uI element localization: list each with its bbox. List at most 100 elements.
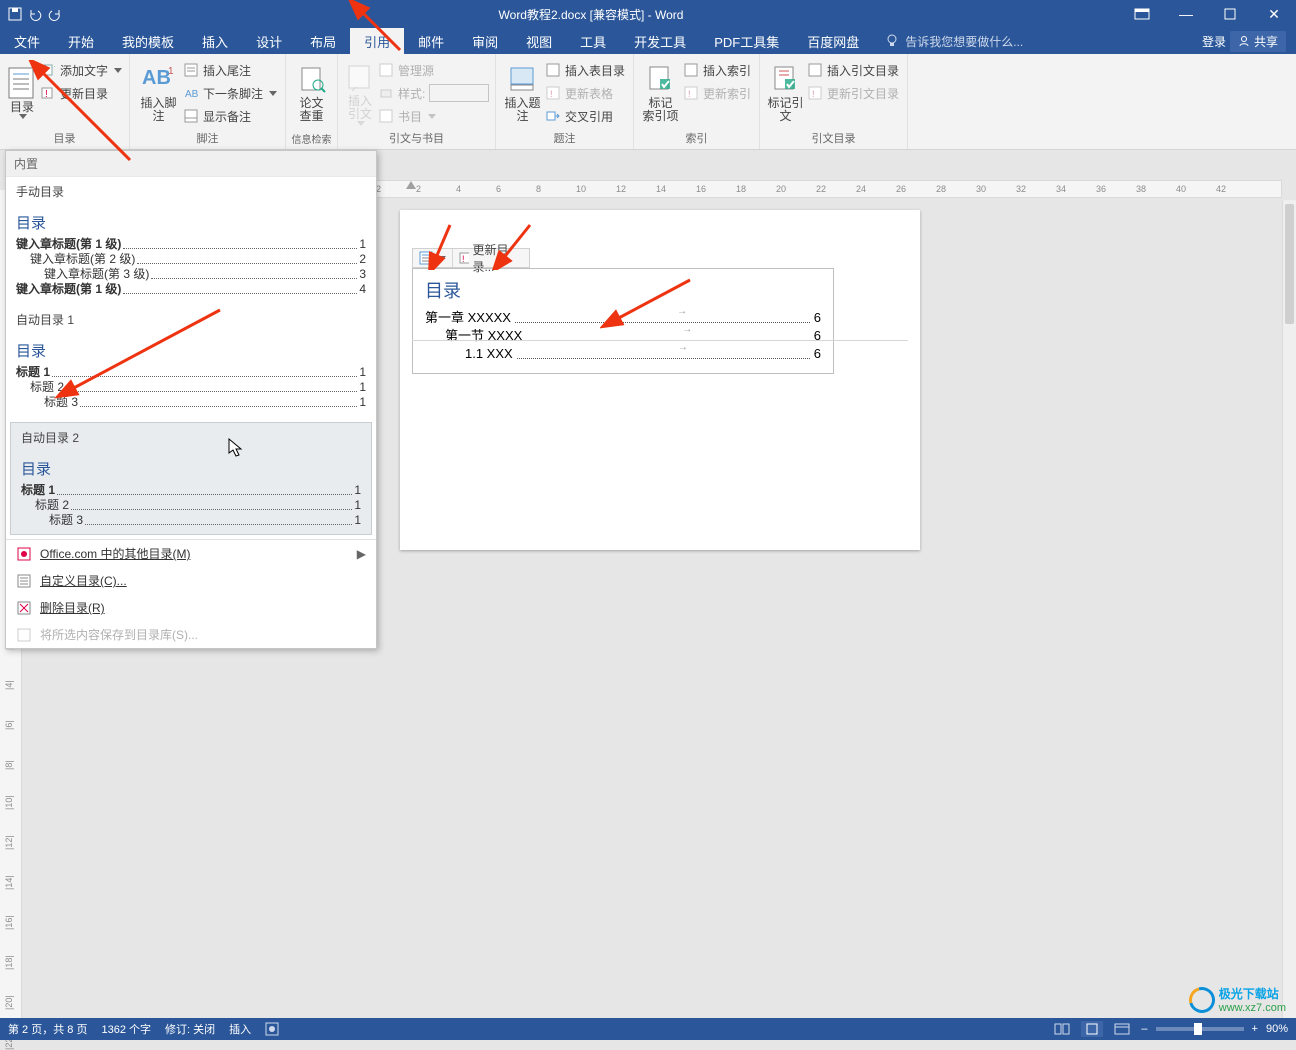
style-select[interactable] [429, 84, 489, 102]
tab-百度网盘[interactable]: 百度网盘 [793, 28, 873, 54]
zoom-slider[interactable] [1156, 1027, 1244, 1031]
add-text-button[interactable]: + 添加文字 [38, 60, 124, 80]
mark-entry-button[interactable]: 标记 索引项 [640, 58, 681, 128]
update-table-button[interactable]: ! 更新表格 [543, 83, 627, 103]
maximize-button[interactable] [1208, 0, 1252, 28]
status-insert[interactable]: 插入 [229, 1021, 251, 1037]
view-web-button[interactable] [1111, 1021, 1133, 1037]
vruler-tick: |18| [4, 955, 14, 970]
zoom-out-button[interactable]: – [1141, 1023, 1147, 1035]
toc-option-manual[interactable]: 手动目录 目录 键入章标题(第 1 级)1键入章标题(第 2 级)2键入章标题(… [6, 177, 376, 305]
tab-邮件[interactable]: 邮件 [404, 28, 458, 54]
mark-citation-button[interactable]: 标记引文 [766, 58, 805, 128]
minimize-button[interactable]: — [1164, 0, 1208, 28]
tab-工具[interactable]: 工具 [566, 28, 620, 54]
tab-插入[interactable]: 插入 [188, 28, 242, 54]
tell-me-box[interactable]: 告诉我您想要做什么... [873, 28, 1202, 54]
group-label-footnote: 脚注 [130, 128, 285, 149]
insert-caption-button[interactable]: 插入题注 [502, 58, 543, 128]
chevron-down-icon [19, 114, 27, 119]
footnote-icon: AB1 [142, 63, 174, 95]
manage-sources-button[interactable]: 管理源 [376, 60, 491, 80]
share-icon [1238, 35, 1250, 47]
tab-引用[interactable]: 引用 [350, 28, 404, 54]
next-footnote-button[interactable]: AB 下一条脚注 [181, 83, 279, 103]
status-track[interactable]: 修订: 关闭 [165, 1021, 215, 1037]
toc-option-auto1[interactable]: 自动目录 1 目录 标题 11标题 21标题 31 [6, 305, 376, 418]
custom-toc-icon [16, 573, 32, 589]
scrollbar-thumb[interactable] [1285, 204, 1294, 324]
update-index-button[interactable]: ! 更新索引 [681, 83, 753, 103]
ribbon-options-icon[interactable] [1120, 0, 1164, 28]
tab-PDF工具集[interactable]: PDF工具集 [700, 28, 793, 54]
login-link[interactable]: 登录 [1202, 33, 1226, 50]
toc-preview-line: 标题 11 [16, 365, 366, 380]
more-office-toc[interactable]: Office.com 中的其他目录(M) ▶ [6, 540, 376, 567]
indent-marker-icon[interactable] [406, 181, 416, 189]
ruler-tick: 6 [496, 184, 501, 194]
vruler-tick: |4| [4, 680, 14, 690]
close-button[interactable]: ✕ [1252, 0, 1296, 28]
tab-文件[interactable]: 文件 [0, 28, 54, 54]
style-dropdown[interactable]: 样式: [376, 83, 491, 103]
save-icon[interactable] [8, 7, 22, 21]
toc-button[interactable]: 目录 [6, 58, 38, 128]
status-page[interactable]: 第 2 页，共 8 页 [8, 1021, 87, 1037]
vertical-scrollbar[interactable] [1282, 200, 1296, 1018]
tab-开始[interactable]: 开始 [54, 28, 108, 54]
tab-布局[interactable]: 布局 [296, 28, 350, 54]
ruler-tick: 38 [1136, 184, 1146, 194]
menu-bar: 文件开始我的模板插入设计布局引用邮件审阅视图工具开发工具PDF工具集百度网盘 告… [0, 28, 1296, 54]
view-print-button[interactable] [1081, 1021, 1103, 1037]
watermark: 极光下载站 www.xz7.com [1189, 985, 1286, 1014]
status-words[interactable]: 1362 个字 [101, 1021, 151, 1037]
bibliography-button[interactable]: 书目 [376, 106, 491, 126]
update-auth-toc-button[interactable]: ! 更新引文目录 [805, 83, 901, 103]
doc-toc-row[interactable]: 第一节 XXXX→6 [425, 327, 821, 345]
update-toc-button[interactable]: ! 更新目录 [38, 83, 124, 103]
vruler-tick: |6| [4, 720, 14, 730]
status-bar: 第 2 页，共 8 页 1362 个字 修订: 关闭 插入 – + 90% [0, 1018, 1296, 1040]
insert-auth-toc-button[interactable]: 插入引文目录 [805, 60, 901, 80]
watermark-url: www.xz7.com [1219, 1002, 1286, 1014]
insert-fig-toc-button[interactable]: 插入表目录 [543, 60, 627, 80]
zoom-level[interactable]: 90% [1266, 1023, 1288, 1035]
horizontal-ruler[interactable]: 224681012141618202224262830323436384042 [375, 180, 1282, 198]
custom-toc[interactable]: 自定义目录(C)... [6, 567, 376, 594]
tab-审阅[interactable]: 审阅 [458, 28, 512, 54]
zoom-in-button[interactable]: + [1252, 1023, 1258, 1035]
zoom-handle[interactable] [1194, 1023, 1202, 1035]
ruler-tick: 34 [1056, 184, 1066, 194]
toc-content-box[interactable]: 目录 第一章 XXXXX→6第一节 XXXX→61.1 XXX→6 [412, 268, 834, 374]
share-button[interactable]: 共享 [1230, 31, 1286, 52]
cross-ref-button[interactable]: 交叉引用 [543, 106, 627, 126]
ruler-tick: 12 [616, 184, 626, 194]
tab-开发工具[interactable]: 开发工具 [620, 28, 700, 54]
macro-record-icon[interactable] [265, 1022, 279, 1036]
redo-icon[interactable] [48, 7, 62, 21]
toc-update-button[interactable]: ! 更新目录... [453, 249, 529, 267]
svg-text:!: ! [462, 254, 465, 264]
toc-button-label: 目录 [10, 101, 34, 114]
toc-layout-button[interactable] [413, 249, 453, 267]
smart-lookup-button[interactable]: 论文 查重 [292, 58, 331, 128]
group-label-citation: 引文与书目 [338, 128, 495, 149]
view-read-button[interactable] [1051, 1021, 1073, 1037]
tab-视图[interactable]: 视图 [512, 28, 566, 54]
remove-toc[interactable]: 删除目录(R) [6, 594, 376, 621]
show-notes-button[interactable]: 显示备注 [181, 106, 279, 126]
window-title: Word教程2.docx [兼容模式] - Word [62, 6, 1120, 23]
ruler-tick: 26 [896, 184, 906, 194]
doc-toc-row[interactable]: 第一章 XXXXX→6 [425, 309, 821, 327]
tab-设计[interactable]: 设计 [242, 28, 296, 54]
insert-endnote-button[interactable]: 插入尾注 [181, 60, 279, 80]
toc-option-auto2[interactable]: 自动目录 2 目录 标题 11标题 21标题 31 [10, 422, 372, 535]
section-divider [412, 340, 908, 341]
insert-citation-button[interactable]: 插入引文 [344, 58, 376, 128]
doc-toc-row[interactable]: 1.1 XXX→6 [425, 345, 821, 363]
insert-auth-toc-icon [807, 62, 823, 78]
tab-我的模板[interactable]: 我的模板 [108, 28, 188, 54]
insert-index-button[interactable]: 插入索引 [681, 60, 753, 80]
undo-icon[interactable] [28, 7, 42, 21]
insert-footnote-button[interactable]: AB1 插入脚注 [136, 58, 181, 128]
